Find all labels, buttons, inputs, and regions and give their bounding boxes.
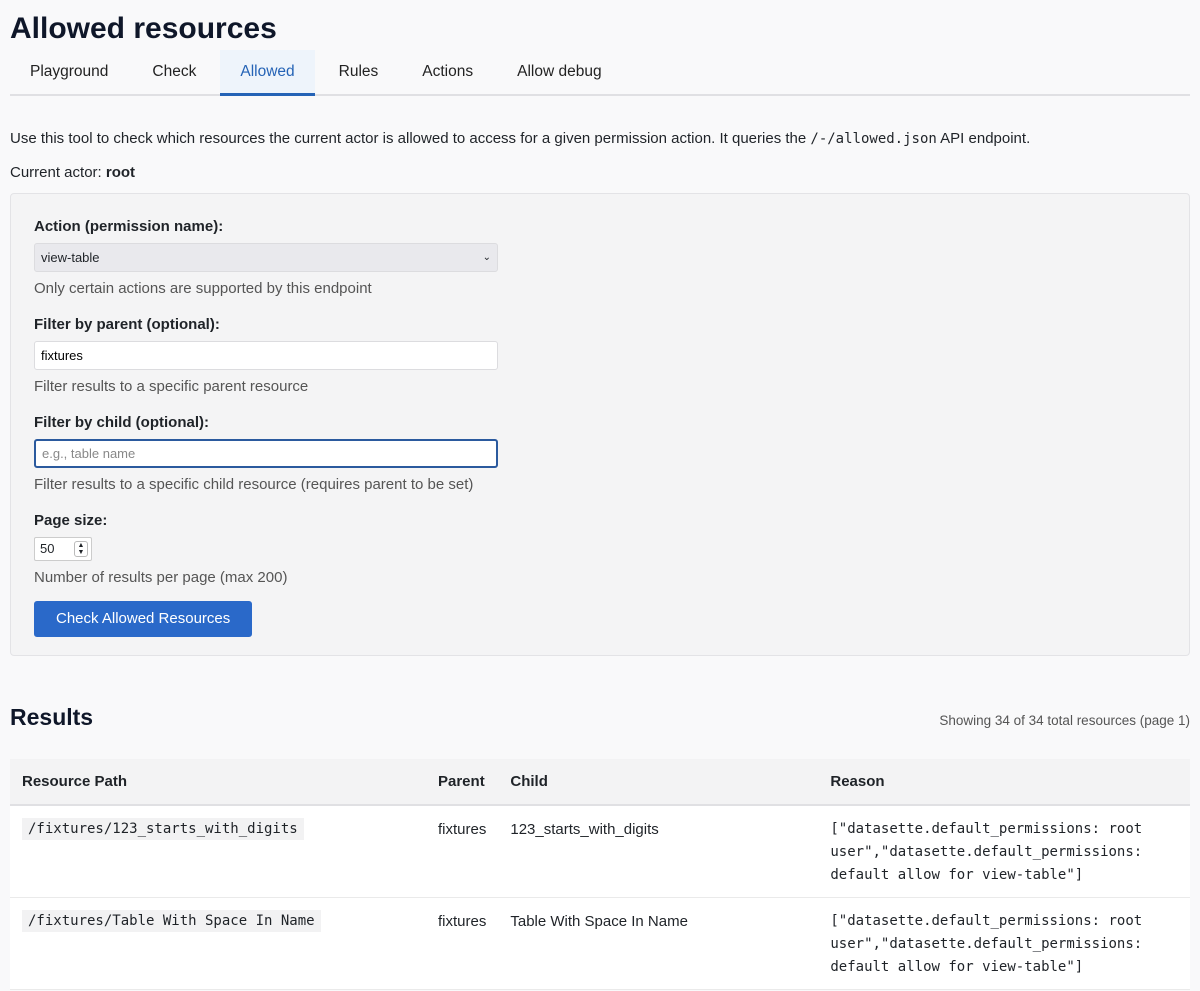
page-size-help: Number of results per page (max 200) — [34, 569, 1166, 586]
child-cell: 123_starts_with_digits — [498, 805, 818, 898]
resource-path: /fixtures/Table With Space In Name — [22, 910, 321, 932]
tab-allow-debug[interactable]: Allow debug — [497, 50, 621, 96]
allowed-form: Action (permission name): view-table ⌄ On… — [10, 193, 1190, 656]
tab-rules[interactable]: Rules — [319, 50, 399, 96]
child-input[interactable] — [34, 439, 498, 468]
description-text-end: API endpoint. — [937, 130, 1030, 147]
parent-cell: fixtures — [426, 898, 498, 990]
results-table: Resource Path Parent Child Reason /fixtu… — [10, 759, 1190, 990]
check-allowed-button[interactable]: Check Allowed Resources — [34, 601, 252, 637]
results-header: Results Showing 34 of 34 total resources… — [10, 704, 1190, 731]
actor-label: Current actor: — [10, 164, 106, 181]
results-summary: Showing 34 of 34 total resources (page 1… — [939, 713, 1190, 728]
reason-cell: ["datasette.default_permissions: root us… — [818, 898, 1190, 990]
column-header: Child — [498, 759, 818, 805]
column-header: Resource Path — [10, 759, 426, 805]
chevron-down-icon: ⌄ — [483, 244, 491, 271]
table-row: /fixtures/Table With Space In Name fixtu… — [10, 898, 1190, 990]
page-title: Allowed resources — [10, 0, 1190, 50]
description-text: Use this tool to check which resources t… — [10, 130, 810, 147]
child-label: Filter by child (optional): — [34, 414, 1166, 431]
parent-cell: fixtures — [426, 805, 498, 898]
resource-path: /fixtures/123_starts_with_digits — [22, 818, 304, 840]
stepper-icon[interactable]: ▲▼ — [74, 541, 88, 557]
column-header: Parent — [426, 759, 498, 805]
action-help: Only certain actions are supported by th… — [34, 280, 1166, 297]
action-label: Action (permission name): — [34, 218, 1166, 235]
actor-value: root — [106, 164, 135, 181]
page-size-value: 50 — [40, 541, 54, 556]
reason-cell: ["datasette.default_permissions: root us… — [818, 805, 1190, 898]
tab-actions[interactable]: Actions — [402, 50, 493, 96]
parent-input[interactable] — [34, 341, 498, 370]
page-size-input[interactable]: 50 ▲▼ — [34, 537, 92, 561]
child-cell: Table With Space In Name — [498, 898, 818, 990]
column-header: Reason — [818, 759, 1190, 805]
endpoint-code: /-/allowed.json — [810, 131, 936, 147]
parent-label: Filter by parent (optional): — [34, 316, 1166, 333]
child-help: Filter results to a specific child resou… — [34, 476, 1166, 493]
table-row: /fixtures/123_starts_with_digits fixture… — [10, 805, 1190, 898]
action-select-value: view-table — [41, 250, 100, 265]
current-actor: Current actor: root — [10, 164, 1190, 181]
tab-bar: Playground Check Allowed Rules Actions A… — [10, 50, 1190, 96]
parent-help: Filter results to a specific parent reso… — [34, 378, 1166, 395]
description: Use this tool to check which resources t… — [10, 130, 1190, 148]
page-size-label: Page size: — [34, 512, 1166, 529]
action-select[interactable]: view-table ⌄ — [34, 243, 498, 272]
tab-check[interactable]: Check — [132, 50, 216, 96]
tab-allowed[interactable]: Allowed — [220, 50, 314, 96]
results-title: Results — [10, 704, 93, 731]
tab-playground[interactable]: Playground — [10, 50, 128, 96]
